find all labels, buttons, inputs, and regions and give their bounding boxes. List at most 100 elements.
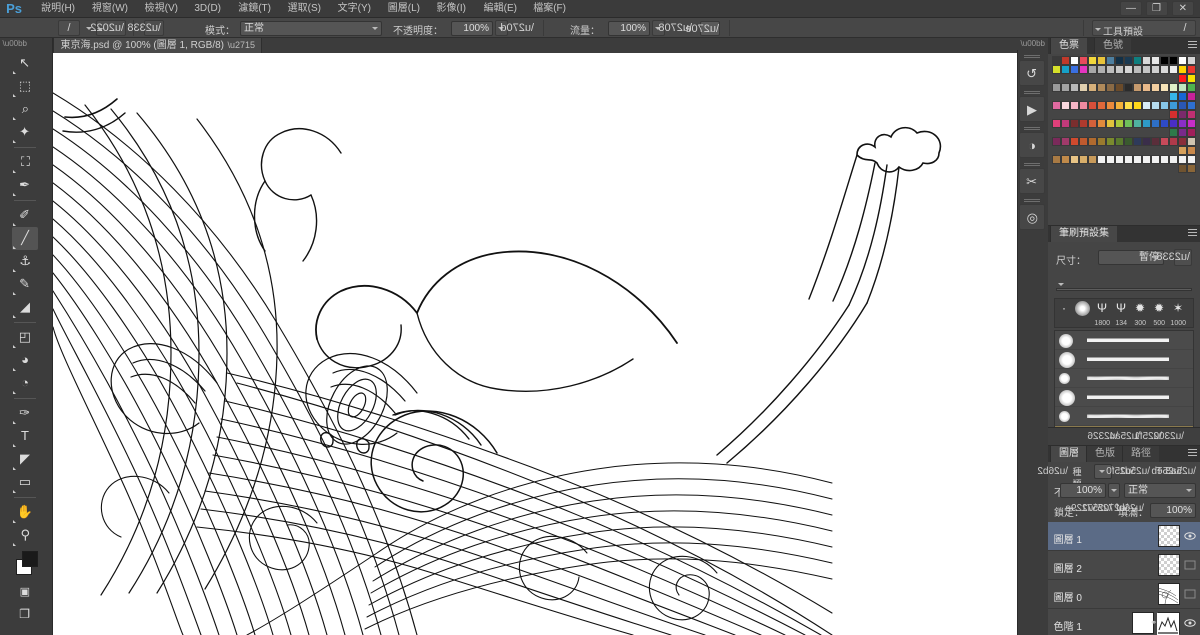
eyedropper-tool[interactable]: ✒: [12, 174, 38, 197]
swatch-6-9[interactable]: [1106, 155, 1115, 164]
swatch-3-17[interactable]: [1178, 110, 1187, 119]
dodge-tool[interactable]: ◔: [12, 372, 38, 395]
swatch-5-16[interactable]: [1187, 146, 1196, 155]
swatch-6-15[interactable]: [1052, 155, 1061, 164]
pressure-opacity-icon[interactable]: \u270d: [500, 21, 534, 36]
brush-panel-toggle-button[interactable]: \u2338: [127, 20, 164, 36]
swatch-3-14[interactable]: [1061, 101, 1070, 110]
swatch-0-4[interactable]: [1151, 56, 1160, 65]
close-icon[interactable]: \u2715: [228, 40, 256, 50]
quick-selection-tool[interactable]: ✦: [12, 121, 38, 144]
healing-brush-tool[interactable]: ✐: [12, 204, 38, 227]
brush-stroke-row[interactable]: [1055, 407, 1193, 426]
actions-panel-icon[interactable]: ▶: [1019, 96, 1045, 122]
opacity-input[interactable]: 100%: [451, 21, 493, 36]
swatch-0-11[interactable]: [1088, 56, 1097, 65]
layer-fill-input[interactable]: 100%: [1150, 503, 1196, 518]
swatch-2-1[interactable]: [1178, 83, 1187, 92]
layer-thumbnail[interactable]: [1157, 583, 1180, 605]
clone-stamp-tool[interactable]: ⚓: [12, 250, 38, 273]
brush-size-icon-button[interactable]: \u2338: [1156, 249, 1192, 266]
tab-color[interactable]: 色號: [1094, 38, 1131, 54]
swatch-1-10[interactable]: [1097, 65, 1106, 74]
tool-preset-picker[interactable]: 工具預設 \: [1092, 20, 1196, 38]
swatch-1-4[interactable]: [1151, 65, 1160, 74]
menu-item-view[interactable]: 檢視(V): [138, 2, 185, 15]
swatch-5-1[interactable]: [1178, 137, 1187, 146]
swatch-0-9[interactable]: [1106, 56, 1115, 65]
swatch-6-7[interactable]: [1124, 155, 1133, 164]
swatch-0-1[interactable]: [1178, 56, 1187, 65]
swatch-3-1[interactable]: [1178, 101, 1187, 110]
swatch-5-6[interactable]: [1133, 137, 1142, 146]
swatch-0-0[interactable]: [1187, 56, 1196, 65]
brush-tip-soft[interactable]: [1072, 300, 1094, 328]
swatch-5-2[interactable]: [1169, 137, 1178, 146]
swatch-4-5[interactable]: [1142, 119, 1151, 128]
brush-tip-row[interactable]: ✶ 1000 ✹ 500 ✹ 300 Ψ 134 Ψ 1800 ·: [1054, 298, 1194, 328]
chevron-down-icon[interactable]: [1095, 28, 1101, 31]
swatch-5-13[interactable]: [1070, 137, 1079, 146]
swatch-4-15[interactable]: [1052, 119, 1061, 128]
brush-stroke-list[interactable]: [1054, 330, 1194, 428]
swatch-0-5[interactable]: [1142, 56, 1151, 65]
lasso-tool[interactable]: ⌕: [12, 98, 38, 121]
screen-mode-icon[interactable]: ❐: [12, 605, 38, 623]
menu-item-image[interactable]: 影像(I): [430, 2, 473, 15]
swatch-2-0[interactable]: [1187, 83, 1196, 92]
swatch-4-8[interactable]: [1115, 119, 1124, 128]
swatch-4-18[interactable]: [1169, 128, 1178, 137]
swatch-2-13[interactable]: [1070, 83, 1079, 92]
gradient-tool[interactable]: ◰: [12, 326, 38, 349]
pixel-filter-icon[interactable]: \u25a3: [1165, 466, 1196, 479]
swatch-1-13[interactable]: [1070, 65, 1079, 74]
swatch-5-8[interactable]: [1115, 137, 1124, 146]
swatch-3-4[interactable]: [1151, 101, 1160, 110]
swatch-6-3[interactable]: [1160, 155, 1169, 164]
tab-brush-presets[interactable]: 筆刷預設集: [1050, 226, 1117, 242]
layer-opacity-chevron[interactable]: [1108, 483, 1120, 498]
swatch-4-6[interactable]: [1133, 119, 1142, 128]
eye-icon[interactable]: [1184, 560, 1196, 570]
swatch-4-10[interactable]: [1097, 119, 1106, 128]
swatch-3-5[interactable]: [1142, 101, 1151, 110]
menu-item-help[interactable]: 說明(H): [34, 2, 82, 15]
swatch-0-10[interactable]: [1097, 56, 1106, 65]
menu-item-edit[interactable]: 編輯(E): [476, 2, 523, 15]
move-tool[interactable]: ↖: [12, 52, 38, 75]
crop-tool[interactable]: ⛶: [12, 151, 38, 174]
swatch-5-9[interactable]: [1106, 137, 1115, 146]
close-window-button[interactable]: ✕: [1172, 1, 1194, 16]
swatch-4-9[interactable]: [1106, 119, 1115, 128]
swatch-5-0[interactable]: [1187, 137, 1196, 146]
swatch-2-7[interactable]: [1124, 83, 1133, 92]
swatch-2-16[interactable]: [1187, 92, 1196, 101]
brush-tip-1800[interactable]: Ψ 1800: [1091, 300, 1113, 328]
panel-menu-icon[interactable]: [1186, 229, 1197, 239]
swatch-1-11[interactable]: [1088, 65, 1097, 74]
swatch-4-13[interactable]: [1070, 119, 1079, 128]
swatch-4-17[interactable]: [1178, 128, 1187, 137]
marquee-tool[interactable]: ⬚: [12, 75, 38, 98]
brush-tip-300[interactable]: ✹ 300: [1129, 300, 1151, 328]
restore-window-button[interactable]: ❐: [1146, 1, 1168, 16]
collapse-icon[interactable]: \u00bb: [1017, 38, 1048, 50]
swatch-5-15[interactable]: [1052, 137, 1061, 146]
swatch-3-15[interactable]: [1052, 101, 1061, 110]
brush-size-slider[interactable]: [1056, 288, 1192, 291]
swatch-1-16[interactable]: [1187, 74, 1196, 83]
swatch-2-9[interactable]: [1106, 83, 1115, 92]
tab-paths[interactable]: 路徑: [1122, 446, 1159, 462]
menu-item-filter[interactable]: 濾鏡(T): [231, 2, 278, 15]
menu-item-layer[interactable]: 圖層(L): [381, 2, 427, 15]
menu-item-type[interactable]: 文字(Y): [331, 2, 378, 15]
swatch-1-3[interactable]: [1160, 65, 1169, 74]
panel-menu-icon[interactable]: [1186, 41, 1197, 51]
swatch-2-3[interactable]: [1160, 83, 1169, 92]
layer-row[interactable]: 圖層 0: [1048, 580, 1200, 609]
swatch-6-2[interactable]: [1169, 155, 1178, 164]
flow-input[interactable]: 100%: [608, 21, 650, 36]
swatch-3-9[interactable]: [1106, 101, 1115, 110]
swatch-1-7[interactable]: [1124, 65, 1133, 74]
menu-item-select[interactable]: 選取(S): [281, 2, 328, 15]
